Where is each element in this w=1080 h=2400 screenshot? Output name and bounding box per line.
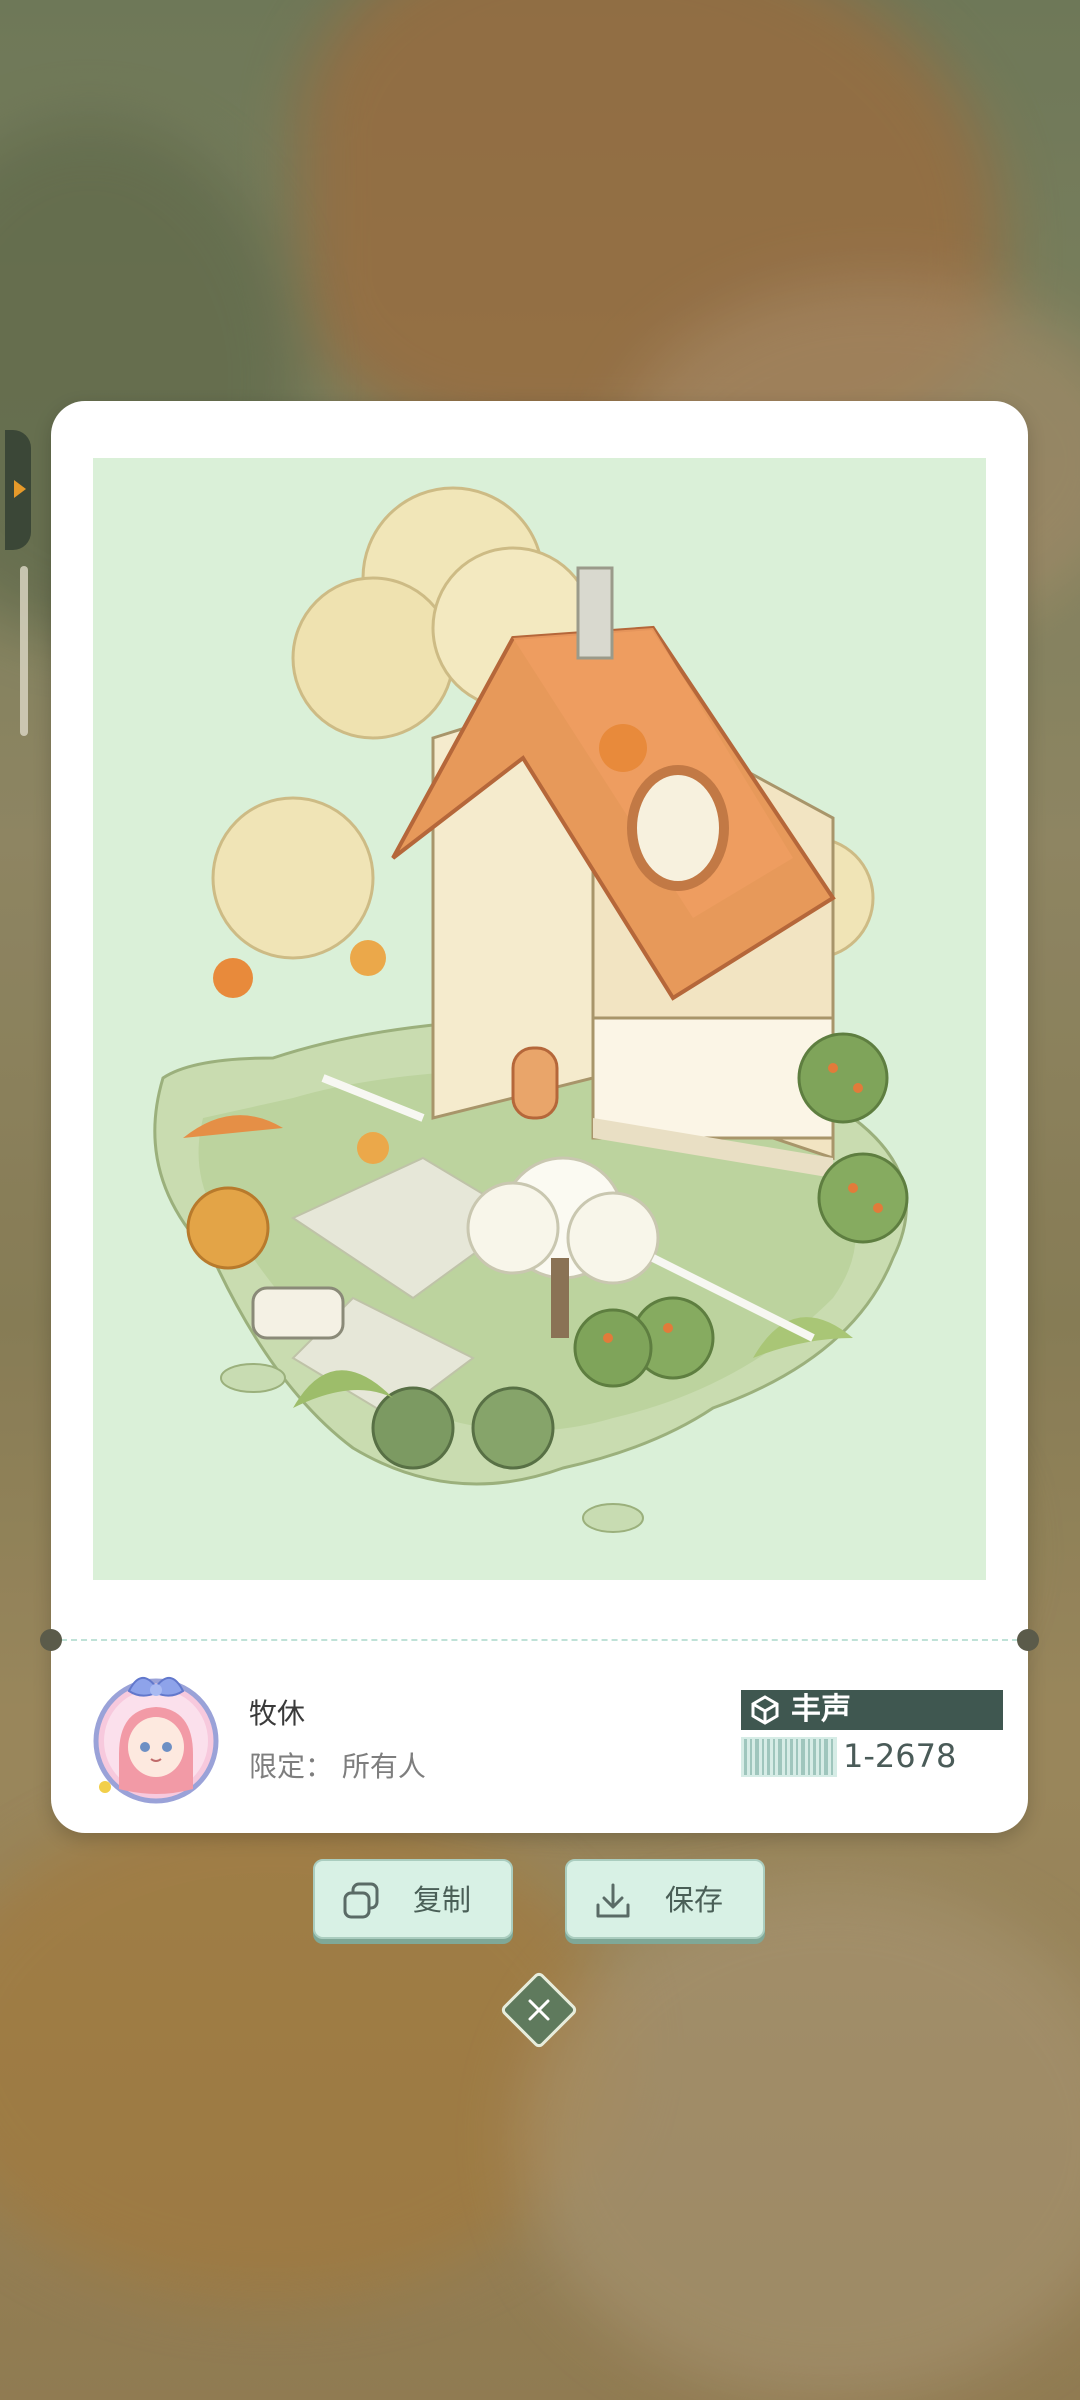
download-icon [596, 1883, 630, 1918]
barcode-icon [741, 1737, 837, 1777]
copy-button[interactable]: 复制 [313, 1859, 513, 1939]
arrow-right-icon [14, 480, 26, 498]
card-divider [51, 1639, 1028, 1641]
ticket-notch-left [40, 1629, 62, 1651]
share-card: 牧休 限定： 所有人 丰声 1-2678 [40, 401, 1039, 1833]
copy-label: 复制 [413, 1883, 472, 1917]
season-label: 丰声 [791, 1692, 851, 1727]
serial-number: 1-2678 [843, 1737, 957, 1775]
scrollbar[interactable] [20, 566, 28, 736]
cube-icon [751, 1695, 779, 1725]
garden-preview-image [93, 458, 986, 1580]
save-label: 保存 [665, 1883, 724, 1917]
save-button[interactable]: 保存 [565, 1859, 765, 1939]
season-badge: 丰声 [741, 1690, 1003, 1730]
copy-icon [343, 1882, 379, 1919]
visibility-limit: 限定： 所有人 [249, 1745, 426, 1785]
visibility-label: 限定： [249, 1750, 334, 1783]
visibility-value: 所有人 [341, 1750, 426, 1783]
side-menu-toggle[interactable] [5, 430, 31, 550]
close-icon[interactable] [516, 1987, 562, 2033]
author-name: 牧休 [249, 1697, 306, 1730]
ticket-notch-right [1017, 1629, 1039, 1651]
avatar[interactable] [89, 1659, 223, 1805]
